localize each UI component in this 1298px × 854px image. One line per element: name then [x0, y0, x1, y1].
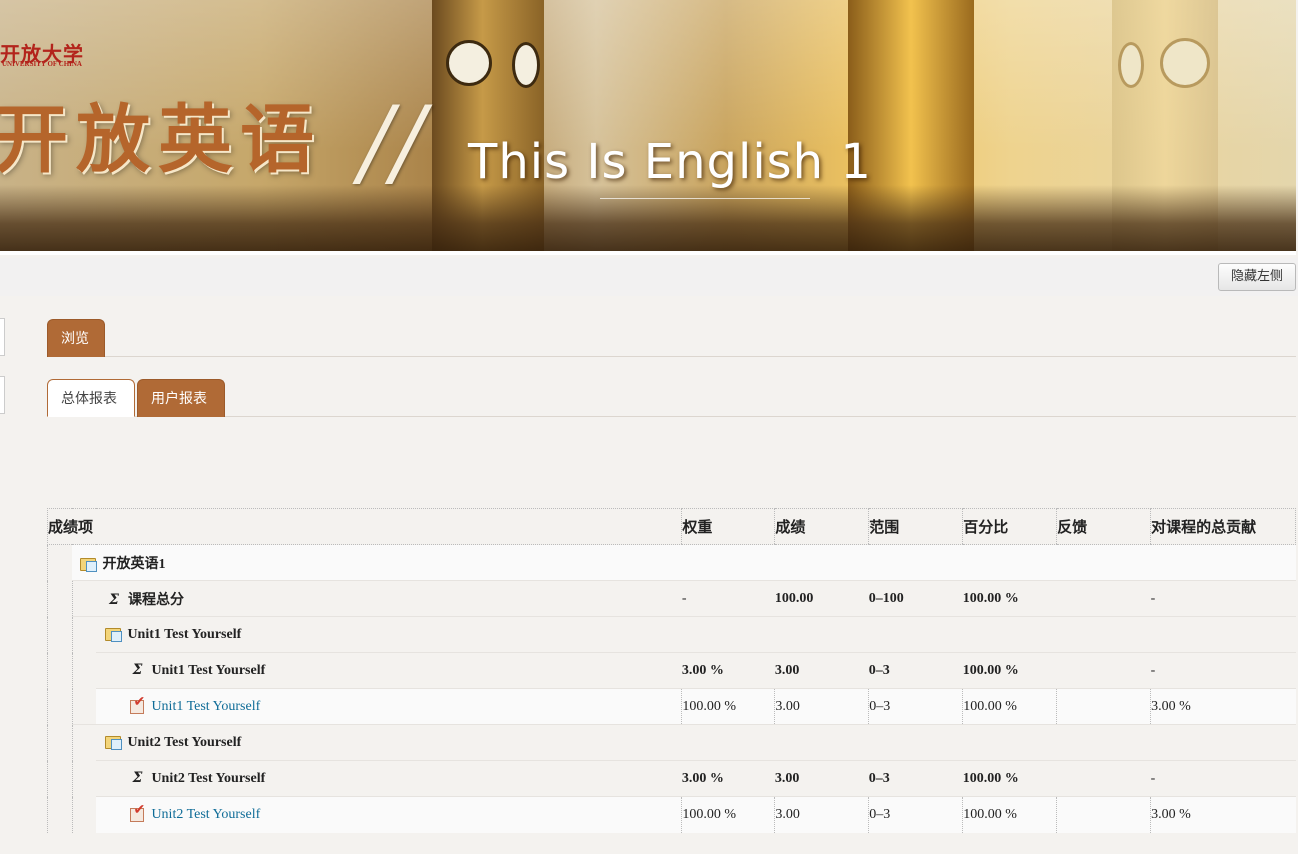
column-header-feedback: 反馈 — [1056, 508, 1151, 545]
feedback-cell — [1056, 760, 1151, 797]
table-row: Unit2 Test Yourself 100.00 % 3.00 0–3 10… — [47, 796, 1296, 833]
grade-item-link[interactable]: Unit1 Test Yourself — [151, 699, 260, 714]
user-grade-report-table: 成绩项 权重 成绩 范围 百分比 反馈 对课程的总贡献 开放英语1 Σ 课程总分 … — [46, 508, 1296, 833]
total-name-cell: Σ 课程总分 — [71, 580, 682, 617]
quiz-icon — [130, 694, 145, 714]
folder-icon — [105, 626, 123, 642]
banner-underline — [600, 198, 810, 199]
range-cell: 0–3 — [868, 760, 963, 797]
top-toolbar: 隐藏左侧 — [0, 258, 1298, 296]
column-header-contribution: 对课程的总贡献 — [1150, 508, 1296, 545]
total-name: Unit2 Test Yourself — [151, 771, 266, 786]
contribution-cell: - — [1150, 652, 1296, 689]
column-header-percentage: 百分比 — [962, 508, 1057, 545]
column-header-range: 范围 — [868, 508, 963, 545]
primary-tabs: 浏览 — [47, 318, 1296, 357]
weight-cell: - — [681, 580, 775, 617]
percent-cell: 100.00 % — [962, 580, 1057, 617]
table-row: Unit1 Test Yourself 100.00 % 3.00 0–3 10… — [47, 688, 1296, 725]
grade-cell: 3.00 — [774, 688, 869, 725]
left-panel-handle[interactable] — [0, 318, 5, 356]
range-cell: 0–100 — [868, 580, 963, 617]
weight-cell: 3.00 % — [681, 760, 775, 797]
percent-cell: 100.00 % — [962, 760, 1057, 797]
clock-face-icon — [512, 42, 540, 88]
range-cell: 0–3 — [868, 688, 963, 725]
category-name: 开放英语1 — [102, 556, 166, 572]
clock-face-icon — [1160, 38, 1210, 88]
indent-cell — [71, 616, 97, 725]
category-cell: Unit2 Test Yourself — [96, 724, 1296, 761]
contribution-cell: - — [1150, 760, 1296, 797]
university-logo-subtext: UNIVERSITY OF CHINA — [2, 60, 82, 68]
column-header-weight: 权重 — [681, 508, 775, 545]
table-row: Σ Unit2 Test Yourself 3.00 % 3.00 0–3 100… — [47, 760, 1296, 797]
grade-cell: 3.00 — [774, 760, 869, 797]
grade-cell: 3.00 — [774, 796, 869, 833]
banner-title-cn: 开放英语 — [0, 97, 322, 183]
grade-item-link[interactable]: Unit2 Test Yourself — [151, 807, 260, 822]
feedback-cell — [1056, 688, 1151, 725]
range-cell: 0–3 — [868, 796, 963, 833]
percent-cell: 100.00 % — [962, 652, 1057, 689]
category-name: Unit1 Test Yourself — [127, 627, 242, 642]
item-name-cell: Unit1 Test Yourself — [96, 688, 682, 725]
total-name-cell: Σ Unit1 Test Yourself — [96, 652, 682, 689]
weight-cell: 3.00 % — [681, 652, 775, 689]
banner-bottom-border — [0, 251, 1296, 255]
table-row: Unit1 Test Yourself — [47, 616, 1296, 725]
tab-browse[interactable]: 浏览 — [47, 319, 105, 357]
category-cell: 开放英语1 — [72, 545, 1295, 581]
table-row: Σ Unit1 Test Yourself 3.00 % 3.00 0–3 100… — [47, 652, 1296, 689]
contribution-cell: - — [1150, 580, 1296, 617]
percent-cell: 100.00 % — [962, 688, 1057, 725]
sigma-icon: Σ — [132, 770, 143, 786]
category-name: Unit2 Test Yourself — [127, 735, 242, 750]
weight-cell: 100.00 % — [681, 796, 775, 833]
table-header-row: 成绩项 权重 成绩 范围 百分比 反馈 对课程的总贡献 — [46, 508, 1296, 545]
clock-face-icon — [446, 40, 492, 86]
category-cell: Unit1 Test Yourself — [96, 616, 1296, 653]
grade-cell: 100.00 — [774, 580, 869, 617]
banner-slash: // — [360, 86, 425, 198]
item-name-cell: Unit2 Test Yourself — [96, 796, 682, 833]
indent-cell — [47, 544, 73, 833]
table-row: Unit2 Test Yourself — [47, 724, 1296, 833]
percent-cell: 100.00 % — [962, 796, 1057, 833]
feedback-cell — [1056, 652, 1151, 689]
tab-user-report[interactable]: 用户报表 — [137, 379, 225, 417]
sigma-icon: Σ — [132, 662, 143, 678]
table-row: 开放英语1 — [47, 544, 1296, 833]
indent-cell — [71, 724, 97, 833]
grade-cell: 3.00 — [774, 652, 869, 689]
total-name: 课程总分 — [127, 592, 184, 608]
tab-overview-report[interactable]: 总体报表 — [47, 379, 135, 417]
folder-icon — [80, 556, 98, 572]
hide-left-button[interactable]: 隐藏左侧 — [1217, 263, 1296, 291]
contribution-cell: 3.00 % — [1150, 688, 1296, 725]
feedback-cell — [1056, 796, 1151, 833]
range-cell: 0–3 — [868, 652, 963, 689]
report-tabs: 总体报表 用户报表 — [47, 378, 1296, 417]
clock-face-icon — [1118, 42, 1144, 88]
total-name-cell: Σ Unit2 Test Yourself — [96, 760, 682, 797]
contribution-cell: 3.00 % — [1150, 796, 1296, 833]
left-panel-handle[interactable] — [0, 376, 5, 414]
column-header-grade: 成绩 — [774, 508, 869, 545]
banner-title-en: This Is English 1 — [468, 134, 872, 190]
banner-cityscape — [0, 185, 1296, 255]
total-name: Unit1 Test Yourself — [151, 663, 266, 678]
table-row: Σ 课程总分 - 100.00 0–100 100.00 % - — [47, 580, 1296, 617]
column-header-item: 成绩项 — [46, 508, 682, 545]
folder-icon — [105, 734, 123, 750]
course-banner: 开放大学 UNIVERSITY OF CHINA 开放英语 // This Is… — [0, 0, 1296, 255]
feedback-cell — [1056, 580, 1151, 617]
weight-cell: 100.00 % — [681, 688, 775, 725]
quiz-icon — [130, 802, 145, 823]
sigma-icon: Σ — [108, 591, 119, 608]
